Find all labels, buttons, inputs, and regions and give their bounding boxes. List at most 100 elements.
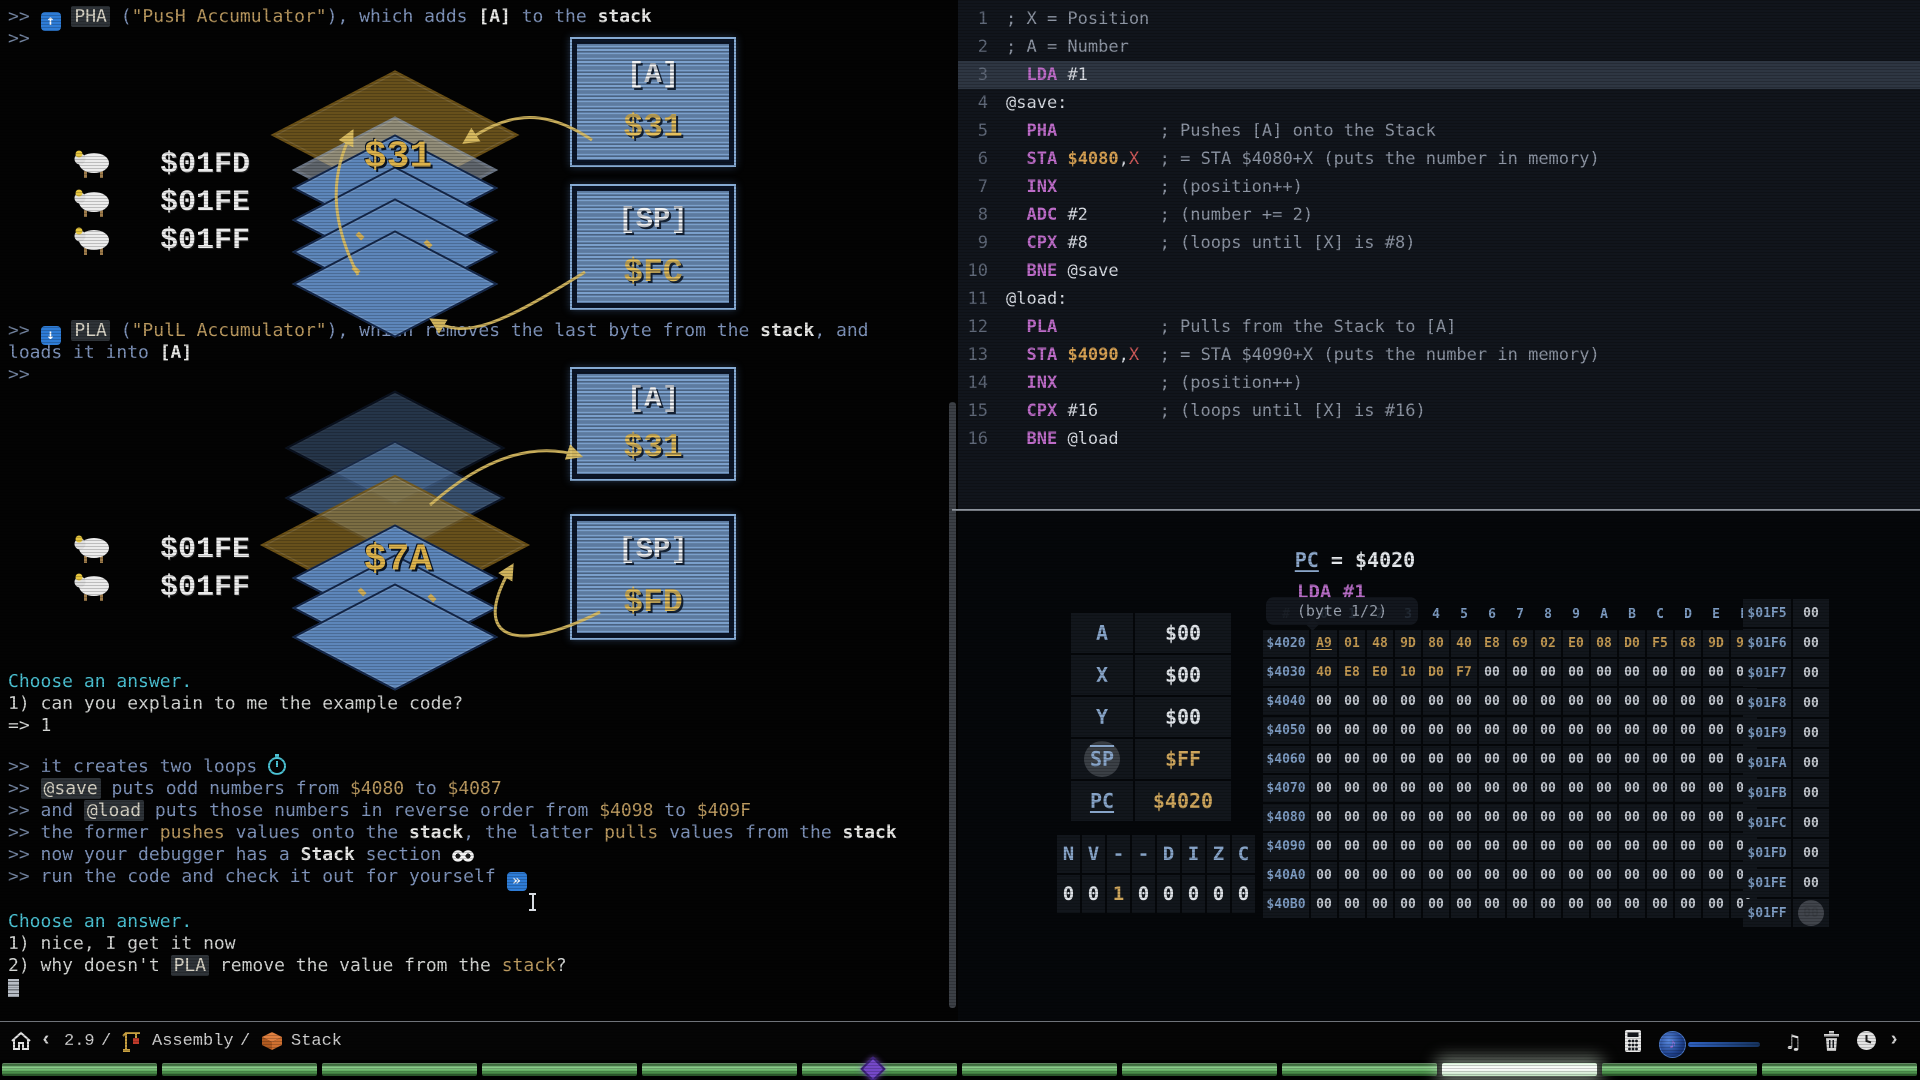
stack-cell[interactable]: 00 [1793, 899, 1829, 927]
memory-cell[interactable]: 00 [1423, 804, 1449, 831]
flag-value[interactable]: 0 [1057, 875, 1080, 913]
register-value-X[interactable]: $00 [1135, 655, 1231, 695]
memory-cell[interactable]: 00 [1591, 804, 1617, 831]
memory-cell[interactable]: 00 [1535, 891, 1561, 918]
progress-segment[interactable] [1282, 1063, 1437, 1076]
memory-cell[interactable]: 00 [1563, 833, 1589, 860]
memory-cell[interactable]: D0 [1423, 659, 1449, 686]
memory-cell[interactable]: 00 [1619, 688, 1645, 715]
memory-cell[interactable]: 00 [1507, 804, 1533, 831]
breadcrumb-chapter[interactable]: 2.9 [64, 1032, 95, 1051]
memory-cell[interactable]: 00 [1367, 775, 1393, 802]
memory-cell[interactable]: 00 [1563, 862, 1589, 889]
memory-cell[interactable]: 00 [1703, 775, 1729, 802]
memory-cell[interactable]: 00 [1423, 775, 1449, 802]
flag-value[interactable]: 0 [1207, 875, 1230, 913]
stack-cell[interactable]: 00 [1793, 629, 1829, 657]
register-name-A[interactable]: A [1071, 613, 1133, 653]
memory-cell[interactable]: 00 [1451, 775, 1477, 802]
memory-cell[interactable]: 00 [1591, 891, 1617, 918]
progress-segment[interactable] [962, 1063, 1117, 1076]
memory-cell[interactable]: 00 [1451, 891, 1477, 918]
home-icon[interactable] [10, 1031, 32, 1051]
memory-cell[interactable]: 00 [1535, 717, 1561, 744]
memory-cell[interactable]: 00 [1367, 891, 1393, 918]
memory-cell[interactable]: 00 [1703, 659, 1729, 686]
memory-cell[interactable]: 00 [1451, 833, 1477, 860]
memory-cell[interactable]: 48 [1367, 630, 1393, 657]
memory-cell[interactable]: 00 [1703, 804, 1729, 831]
memory-cell[interactable]: 00 [1675, 659, 1701, 686]
stack-cell[interactable]: 00 [1793, 809, 1829, 837]
memory-cell[interactable]: 00 [1339, 775, 1365, 802]
memory-cell[interactable]: 00 [1339, 717, 1365, 744]
memory-cell[interactable]: 00 [1395, 775, 1421, 802]
memory-cell[interactable]: F5 [1647, 630, 1673, 657]
progress-segment[interactable] [2, 1063, 157, 1076]
register-value-PC[interactable]: $4020 [1135, 781, 1231, 821]
memory-cell[interactable]: 00 [1703, 891, 1729, 918]
memory-cell[interactable]: 00 [1647, 659, 1673, 686]
memory-cell[interactable]: 00 [1507, 659, 1533, 686]
memory-cell[interactable]: 00 [1395, 746, 1421, 773]
memory-cell[interactable]: 00 [1563, 688, 1589, 715]
memory-cell[interactable]: 68 [1675, 630, 1701, 657]
memory-cell[interactable]: E8 [1339, 659, 1365, 686]
memory-cell[interactable]: 00 [1395, 804, 1421, 831]
memory-cell[interactable]: 00 [1423, 746, 1449, 773]
memory-cell[interactable]: 00 [1395, 717, 1421, 744]
memory-cell[interactable]: 00 [1311, 717, 1337, 744]
calculator-icon[interactable] [1624, 1029, 1642, 1053]
memory-cell[interactable]: 00 [1367, 717, 1393, 744]
memory-cell[interactable]: 00 [1563, 804, 1589, 831]
memory-cell[interactable]: 00 [1339, 833, 1365, 860]
memory-cell[interactable]: 00 [1339, 862, 1365, 889]
memory-cell[interactable]: 00 [1423, 862, 1449, 889]
memory-cell[interactable]: 00 [1535, 688, 1561, 715]
memory-cell[interactable]: 00 [1507, 862, 1533, 889]
memory-cell[interactable]: 9D [1395, 630, 1421, 657]
memory-cell[interactable]: 00 [1311, 833, 1337, 860]
memory-cell[interactable]: E8 [1479, 630, 1505, 657]
memory-cell[interactable]: 00 [1311, 746, 1337, 773]
memory-cell[interactable]: 00 [1647, 862, 1673, 889]
memory-cell[interactable]: 00 [1423, 833, 1449, 860]
memory-cell[interactable]: 00 [1311, 775, 1337, 802]
memory-cell[interactable]: 00 [1703, 746, 1729, 773]
memory-cell[interactable]: 00 [1619, 746, 1645, 773]
back-button[interactable]: ‹ [40, 1029, 52, 1052]
pc-label[interactable]: PC [1295, 548, 1319, 572]
register-value-SP[interactable]: $FF [1135, 739, 1231, 779]
memory-cell[interactable]: 00 [1591, 833, 1617, 860]
memory-cell[interactable]: 00 [1423, 891, 1449, 918]
memory-cell[interactable]: 00 [1311, 688, 1337, 715]
stack-cell[interactable]: 00 [1793, 869, 1829, 897]
progress-segment[interactable] [482, 1063, 637, 1076]
memory-cell[interactable]: 00 [1675, 746, 1701, 773]
memory-cell[interactable]: 00 [1479, 717, 1505, 744]
memory-cell[interactable]: 00 [1647, 804, 1673, 831]
memory-cell[interactable]: 00 [1535, 775, 1561, 802]
memory-cell[interactable]: 00 [1423, 717, 1449, 744]
progress-segment[interactable] [642, 1063, 797, 1076]
memory-cell[interactable]: 00 [1703, 717, 1729, 744]
next-button[interactable]: › [1888, 1029, 1900, 1052]
memory-cell[interactable]: 00 [1619, 717, 1645, 744]
memory-cell[interactable]: 00 [1675, 775, 1701, 802]
volume-slider[interactable] [1688, 1042, 1760, 1047]
memory-cell[interactable]: 00 [1563, 659, 1589, 686]
memory-cell[interactable]: 00 [1563, 775, 1589, 802]
memory-cell[interactable]: 00 [1647, 775, 1673, 802]
music-disc-icon[interactable]: ♪ [1659, 1031, 1686, 1058]
memory-cell[interactable]: 02 [1535, 630, 1561, 657]
stack-cell[interactable]: 00 [1793, 689, 1829, 717]
flag-value[interactable]: 0 [1182, 875, 1205, 913]
trash-icon[interactable] [1823, 1030, 1840, 1052]
memory-cell[interactable]: 00 [1395, 891, 1421, 918]
memory-cell[interactable]: 00 [1311, 862, 1337, 889]
memory-cell[interactable]: 00 [1507, 688, 1533, 715]
memory-cell[interactable]: 00 [1479, 688, 1505, 715]
flag-value[interactable]: 0 [1232, 875, 1255, 913]
memory-cell[interactable]: 00 [1339, 891, 1365, 918]
progress-segment[interactable] [1442, 1063, 1597, 1076]
